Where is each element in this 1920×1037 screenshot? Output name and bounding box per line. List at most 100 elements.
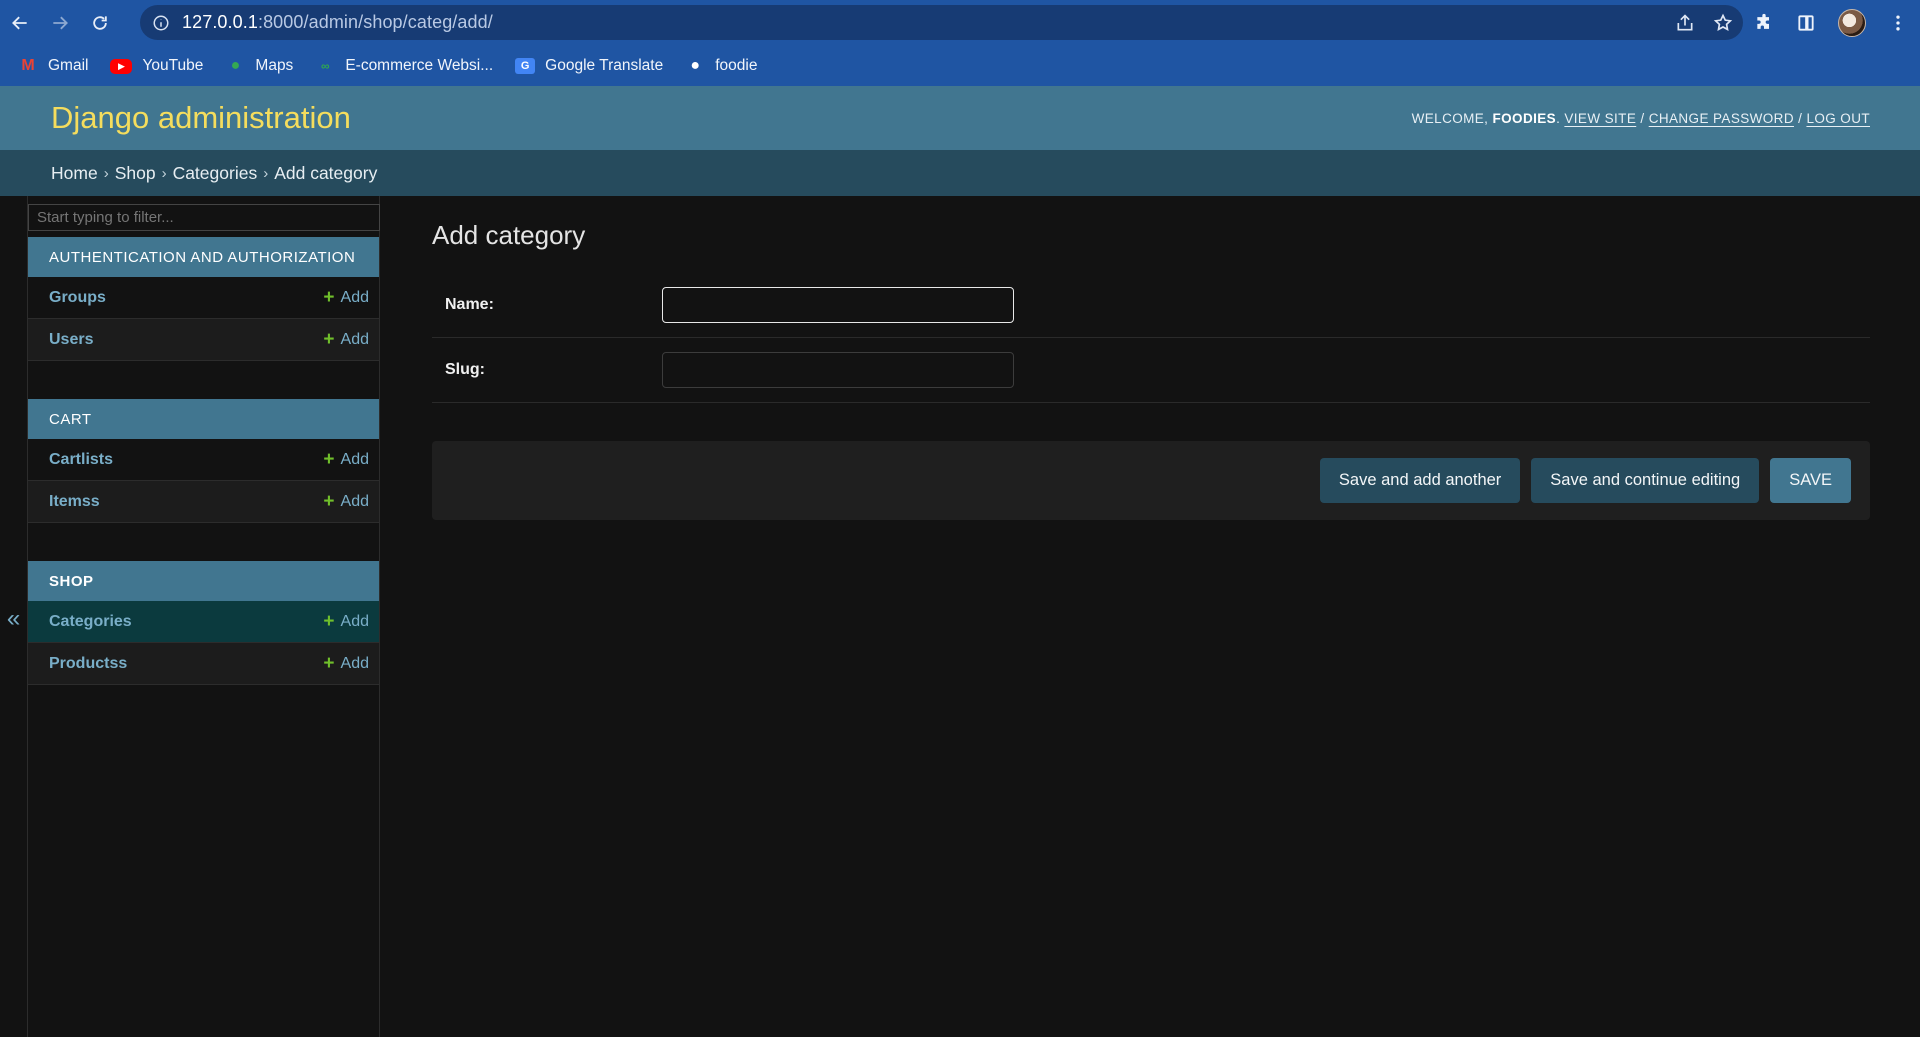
add-link[interactable]: + Add xyxy=(323,612,369,631)
view-site-link[interactable]: View site xyxy=(1564,111,1636,126)
url-text: 127.0.0.1:8000/admin/shop/categ/add/ xyxy=(182,12,493,33)
model-link[interactable]: Cartlists xyxy=(49,451,113,469)
submit-row: Save and add another Save and continue e… xyxy=(432,441,1870,520)
site-branding[interactable]: Django administration xyxy=(51,100,351,136)
url-host: 127.0.0.1 xyxy=(182,12,258,32)
browser-actions xyxy=(1754,0,1908,46)
bookmark-maps[interactable]: ● Maps xyxy=(225,57,294,75)
sidebar-item-groups: Groups + Add xyxy=(28,277,379,319)
breadcrumb-categories[interactable]: Categories xyxy=(173,163,258,184)
add-link[interactable]: + Add xyxy=(323,450,369,469)
sidebar-item-users: Users + Add xyxy=(28,319,379,361)
username: foodies xyxy=(1492,110,1557,126)
plus-icon: + xyxy=(323,287,335,308)
bookmark-gmail[interactable]: M Gmail xyxy=(18,57,88,75)
bookmark-ecommerce[interactable]: ∞ E-commerce Websi... xyxy=(315,57,493,75)
sidebar-filter-input[interactable] xyxy=(28,204,380,231)
user-tools: Welcome, foodies. View site / Change pas… xyxy=(1411,110,1870,126)
site-info-icon[interactable] xyxy=(152,14,170,32)
module-caption[interactable]: Authentication and Authorization xyxy=(28,237,379,277)
name-field[interactable] xyxy=(662,287,1014,323)
model-link[interactable]: Categories xyxy=(49,613,132,631)
page-title: Add category xyxy=(432,220,586,250)
add-label: Add xyxy=(340,288,369,306)
bookmark-label: Maps xyxy=(255,57,294,74)
save-button[interactable]: Save xyxy=(1770,458,1851,503)
breadcrumb-current: Add category xyxy=(274,162,378,183)
module-caption[interactable]: Cart xyxy=(28,399,379,439)
model-link[interactable]: Productss xyxy=(49,655,127,673)
welcome-text: Welcome, xyxy=(1411,110,1489,126)
extensions-icon[interactable] xyxy=(1754,13,1774,33)
breadcrumb-separator: › xyxy=(161,164,167,182)
breadcrumb-shop[interactable]: Shop xyxy=(115,163,156,184)
plus-icon: + xyxy=(323,611,335,632)
bookmark-foodie[interactable]: ● foodie xyxy=(685,57,757,75)
double-chevron-left-icon: « xyxy=(6,604,21,632)
arrow-left-icon xyxy=(12,16,27,30)
add-link[interactable]: + Add xyxy=(323,330,369,349)
separator: / xyxy=(1798,110,1803,126)
gmail-icon: M xyxy=(21,57,35,74)
change-password-link[interactable]: Change password xyxy=(1649,111,1794,126)
bookmark-label: Gmail xyxy=(48,57,89,74)
star-icon[interactable] xyxy=(1713,13,1733,33)
bookmark-label: Google Translate xyxy=(545,57,664,74)
form-row-name: Name: xyxy=(432,273,1870,338)
add-link[interactable]: + Add xyxy=(323,288,369,307)
save-and-continue-button[interactable]: Save and continue editing xyxy=(1531,458,1760,503)
model-link[interactable]: Groups xyxy=(49,289,106,307)
slug-field[interactable] xyxy=(662,352,1014,388)
breadcrumb-home[interactable]: Home xyxy=(51,163,98,184)
save-and-add-another-button[interactable]: Save and add another xyxy=(1319,458,1521,503)
bookmark-youtube[interactable]: ▶ YouTube xyxy=(110,57,203,75)
module-cart: Cart Cartlists + Add Itemss + Add xyxy=(28,399,379,523)
name-label: Name: xyxy=(445,296,494,313)
forward-button[interactable] xyxy=(40,0,80,46)
ecommerce-icon: ∞ xyxy=(321,59,330,73)
sidebar-item-categories: Categories + Add xyxy=(28,601,379,643)
breadcrumb: Home › Shop › Categories › Add category xyxy=(0,150,1920,196)
address-bar[interactable]: 127.0.0.1:8000/admin/shop/categ/add/ xyxy=(140,5,1743,40)
model-link[interactable]: Itemss xyxy=(49,493,100,511)
bookmark-google-translate[interactable]: G Google Translate xyxy=(515,57,663,75)
share-icon[interactable] xyxy=(1675,13,1695,33)
browser-toolbar: 127.0.0.1:8000/admin/shop/categ/add/ xyxy=(0,0,1920,46)
side-panel-icon[interactable] xyxy=(1796,13,1816,33)
bookmark-label: foodie xyxy=(715,57,758,74)
separator: / xyxy=(1640,110,1645,126)
plus-icon: + xyxy=(323,329,335,350)
reload-button[interactable] xyxy=(80,0,120,46)
add-link[interactable]: + Add xyxy=(323,654,369,673)
sidebar-item-itemss: Itemss + Add xyxy=(28,481,379,523)
plus-icon: + xyxy=(323,491,335,512)
form-row-slug: Slug: xyxy=(432,338,1870,403)
add-label: Add xyxy=(340,450,369,468)
breadcrumb-separator: › xyxy=(263,164,269,182)
bookmarks-bar: M Gmail ▶ YouTube ● Maps ∞ E-commerce Websi.… xyxy=(0,46,1920,86)
main-area: « Authentication and Authorization Group… xyxy=(0,196,1920,1037)
plus-icon: + xyxy=(323,449,335,470)
content: Add category Name: Slug: Save and add an… xyxy=(432,196,1870,520)
add-label: Add xyxy=(340,654,369,672)
add-label: Add xyxy=(340,492,369,510)
plus-icon: + xyxy=(323,653,335,674)
bookmark-label: YouTube xyxy=(142,57,204,74)
toggle-sidebar-button[interactable]: « xyxy=(0,196,28,1037)
url-path: :8000/admin/shop/categ/add/ xyxy=(257,12,493,32)
add-link[interactable]: + Add xyxy=(323,492,369,511)
omnibox-actions xyxy=(1675,5,1733,40)
slug-label: Slug: xyxy=(445,361,485,378)
menu-dots-icon[interactable] xyxy=(1888,13,1908,33)
youtube-icon: ▶ xyxy=(110,58,133,74)
sidebar-item-cartlists: Cartlists + Add xyxy=(28,439,379,481)
arrow-right-icon xyxy=(53,16,68,30)
back-button[interactable] xyxy=(0,0,40,46)
reload-icon xyxy=(93,16,107,30)
profile-avatar[interactable] xyxy=(1838,9,1866,37)
model-link[interactable]: Users xyxy=(49,331,93,349)
log-out-link[interactable]: Log out xyxy=(1806,111,1870,126)
breadcrumb-separator: › xyxy=(103,164,109,182)
bookmark-label: E-commerce Websi... xyxy=(345,57,494,74)
module-caption[interactable]: Shop xyxy=(28,561,379,601)
